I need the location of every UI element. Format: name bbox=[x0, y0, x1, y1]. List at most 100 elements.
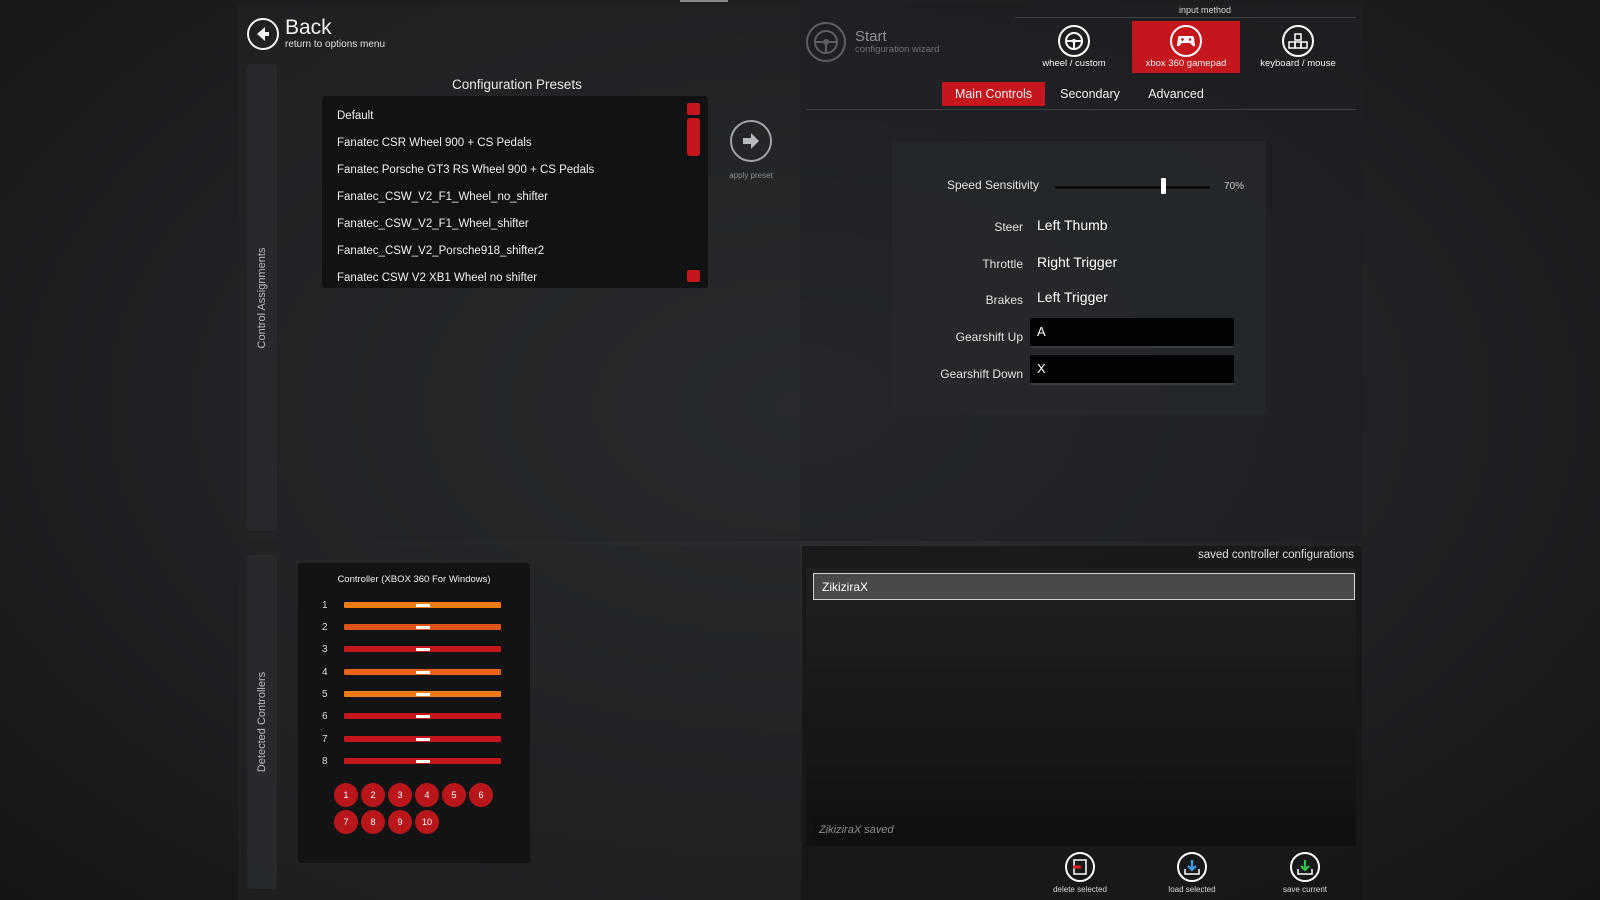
steer-binding[interactable]: Left Thumb bbox=[1037, 217, 1108, 233]
axis-bar bbox=[344, 669, 501, 675]
axis-number: 8 bbox=[322, 756, 328, 767]
scroll-up-button[interactable] bbox=[687, 103, 700, 115]
save-icon bbox=[1290, 852, 1320, 882]
controller-button-indicator: 10 bbox=[415, 810, 439, 834]
apply-preset-label: apply preset bbox=[729, 171, 773, 180]
axis-indicator bbox=[416, 759, 430, 763]
preset-item[interactable]: Default bbox=[337, 110, 373, 122]
axis-indicator bbox=[416, 692, 430, 696]
controller-button-indicator: 6 bbox=[469, 783, 493, 807]
controller-button-indicator: 4 bbox=[415, 783, 439, 807]
input-method-gamepad-button[interactable]: xbox 360 gamepad bbox=[1132, 21, 1240, 73]
wizard-title[interactable]: Start bbox=[855, 28, 887, 45]
delete-selected-button[interactable]: delete selected bbox=[1040, 852, 1120, 898]
axis-indicator bbox=[416, 625, 430, 629]
controller-button-indicator: 7 bbox=[334, 810, 358, 834]
back-title[interactable]: Back bbox=[285, 16, 332, 40]
steering-wheel-icon bbox=[814, 30, 838, 54]
controller-button-indicator: 8 bbox=[361, 810, 385, 834]
axis-number: 5 bbox=[322, 689, 328, 700]
axis-indicator bbox=[416, 647, 430, 651]
preset-item[interactable]: Fanatec_CSW_V2_F1_Wheel_no_shifter bbox=[337, 191, 548, 203]
preset-item[interactable]: Fanatec Porsche GT3 RS Wheel 900 + CS Pe… bbox=[337, 164, 594, 176]
status-text: ZikiziraX saved bbox=[819, 824, 894, 836]
gearshift-up-value: A bbox=[1037, 324, 1046, 339]
gearshift-down-field[interactable]: X bbox=[1030, 355, 1234, 385]
input-method-wheel-button[interactable]: wheel / custom bbox=[1020, 21, 1128, 73]
axis-bar bbox=[344, 691, 501, 697]
load-selected-button[interactable]: load selected bbox=[1152, 852, 1232, 898]
apply-preset-button[interactable] bbox=[730, 120, 772, 162]
save-current-label: save current bbox=[1282, 885, 1328, 894]
control-assignments-strip: Control Assignments bbox=[247, 64, 277, 531]
back-arrow-icon bbox=[257, 27, 269, 41]
axis-indicator bbox=[416, 670, 430, 674]
axis-indicator bbox=[416, 603, 430, 607]
axis-indicator bbox=[416, 714, 430, 718]
scroll-down-button[interactable] bbox=[687, 270, 700, 282]
controller-button-indicator: 2 bbox=[361, 783, 385, 807]
gearshift-up-field[interactable]: A bbox=[1030, 318, 1234, 348]
controller-title: Controller (XBOX 360 For Windows) bbox=[337, 574, 491, 585]
controller-button-indicator: 1 bbox=[334, 783, 358, 807]
throttle-label: Throttle bbox=[982, 257, 1023, 271]
gamepad-icon bbox=[1170, 25, 1202, 57]
input-method-label: input method bbox=[1178, 5, 1232, 15]
preset-item[interactable]: Fanatec CSR Wheel 900 + CS Pedals bbox=[337, 137, 532, 149]
slider-handle[interactable] bbox=[1160, 178, 1166, 194]
detected-controllers-label: Detected Controllers bbox=[256, 671, 268, 773]
control-assignments-label: Control Assignments bbox=[256, 247, 268, 348]
preset-item[interactable]: Fanatec_CSW_V2_Porsche918_shifter2 bbox=[337, 245, 544, 257]
axis-number: 3 bbox=[322, 644, 328, 655]
steer-label: Steer bbox=[994, 220, 1023, 234]
saved-configs-title: saved controller configurations bbox=[1198, 549, 1354, 561]
status-bar: ZikiziraX saved bbox=[813, 818, 1356, 844]
preset-item[interactable]: Fanatec CSW V2 XB1 Wheel no shifter bbox=[337, 272, 537, 284]
gearshift-down-label: Gearshift Down bbox=[940, 367, 1023, 381]
delete-icon bbox=[1065, 852, 1095, 882]
axis-bar bbox=[344, 646, 501, 652]
speed-sensitivity-slider[interactable] bbox=[1055, 186, 1210, 189]
brakes-label: Brakes bbox=[985, 293, 1023, 307]
input-method-divider bbox=[1015, 17, 1356, 18]
tab-main-controls[interactable]: Main Controls bbox=[942, 82, 1045, 106]
wizard-button[interactable] bbox=[806, 22, 846, 62]
brakes-binding[interactable]: Left Trigger bbox=[1037, 289, 1108, 305]
gearshift-up-label: Gearshift Up bbox=[955, 330, 1023, 344]
input-method-wheel-label: wheel / custom bbox=[1042, 58, 1106, 69]
preset-item[interactable]: Fanatec_CSW_V2_F1_Wheel_shifter bbox=[337, 218, 529, 230]
keyboard-icon bbox=[1282, 25, 1314, 57]
scrollbar-thumb[interactable] bbox=[687, 118, 700, 156]
presets-title: Configuration Presets bbox=[452, 77, 582, 92]
tab-advanced[interactable]: Advanced bbox=[1138, 82, 1214, 106]
axis-bar bbox=[344, 713, 501, 719]
axis-bar bbox=[344, 758, 501, 764]
saved-configs-list[interactable] bbox=[806, 568, 1356, 846]
top-indicator bbox=[680, 0, 728, 2]
arrow-right-icon bbox=[743, 133, 759, 149]
back-button[interactable] bbox=[247, 18, 279, 50]
saved-config-item[interactable]: ZikiziraX bbox=[813, 573, 1355, 600]
back-subtitle: return to options menu bbox=[285, 39, 386, 50]
delete-selected-label: delete selected bbox=[1053, 885, 1107, 894]
load-selected-label: load selected bbox=[1168, 885, 1216, 894]
axis-number: 1 bbox=[322, 600, 328, 611]
input-method-keyboard-button[interactable]: keyboard / mouse bbox=[1244, 21, 1352, 73]
load-icon bbox=[1177, 852, 1207, 882]
axis-indicator bbox=[416, 737, 430, 741]
presets-list[interactable]: Default Fanatec CSR Wheel 900 + CS Pedal… bbox=[322, 96, 708, 288]
detected-controllers-strip: Detected Controllers bbox=[247, 555, 277, 889]
speed-sensitivity-label: Speed Sensitivity bbox=[946, 178, 1039, 192]
axis-bar bbox=[344, 624, 501, 630]
axis-number: 4 bbox=[322, 667, 328, 678]
controller-button-indicator: 5 bbox=[442, 783, 466, 807]
gearshift-down-value: X bbox=[1037, 361, 1046, 376]
axis-number: 6 bbox=[322, 711, 328, 722]
speed-sensitivity-value: 70% bbox=[1224, 181, 1245, 192]
wizard-subtitle: configuration wizard bbox=[855, 44, 940, 55]
throttle-binding[interactable]: Right Trigger bbox=[1037, 254, 1117, 270]
saved-config-name: ZikiziraX bbox=[822, 580, 869, 594]
axis-bar bbox=[344, 602, 501, 608]
tab-secondary[interactable]: Secondary bbox=[1051, 82, 1129, 106]
save-current-button[interactable]: save current bbox=[1265, 852, 1345, 898]
